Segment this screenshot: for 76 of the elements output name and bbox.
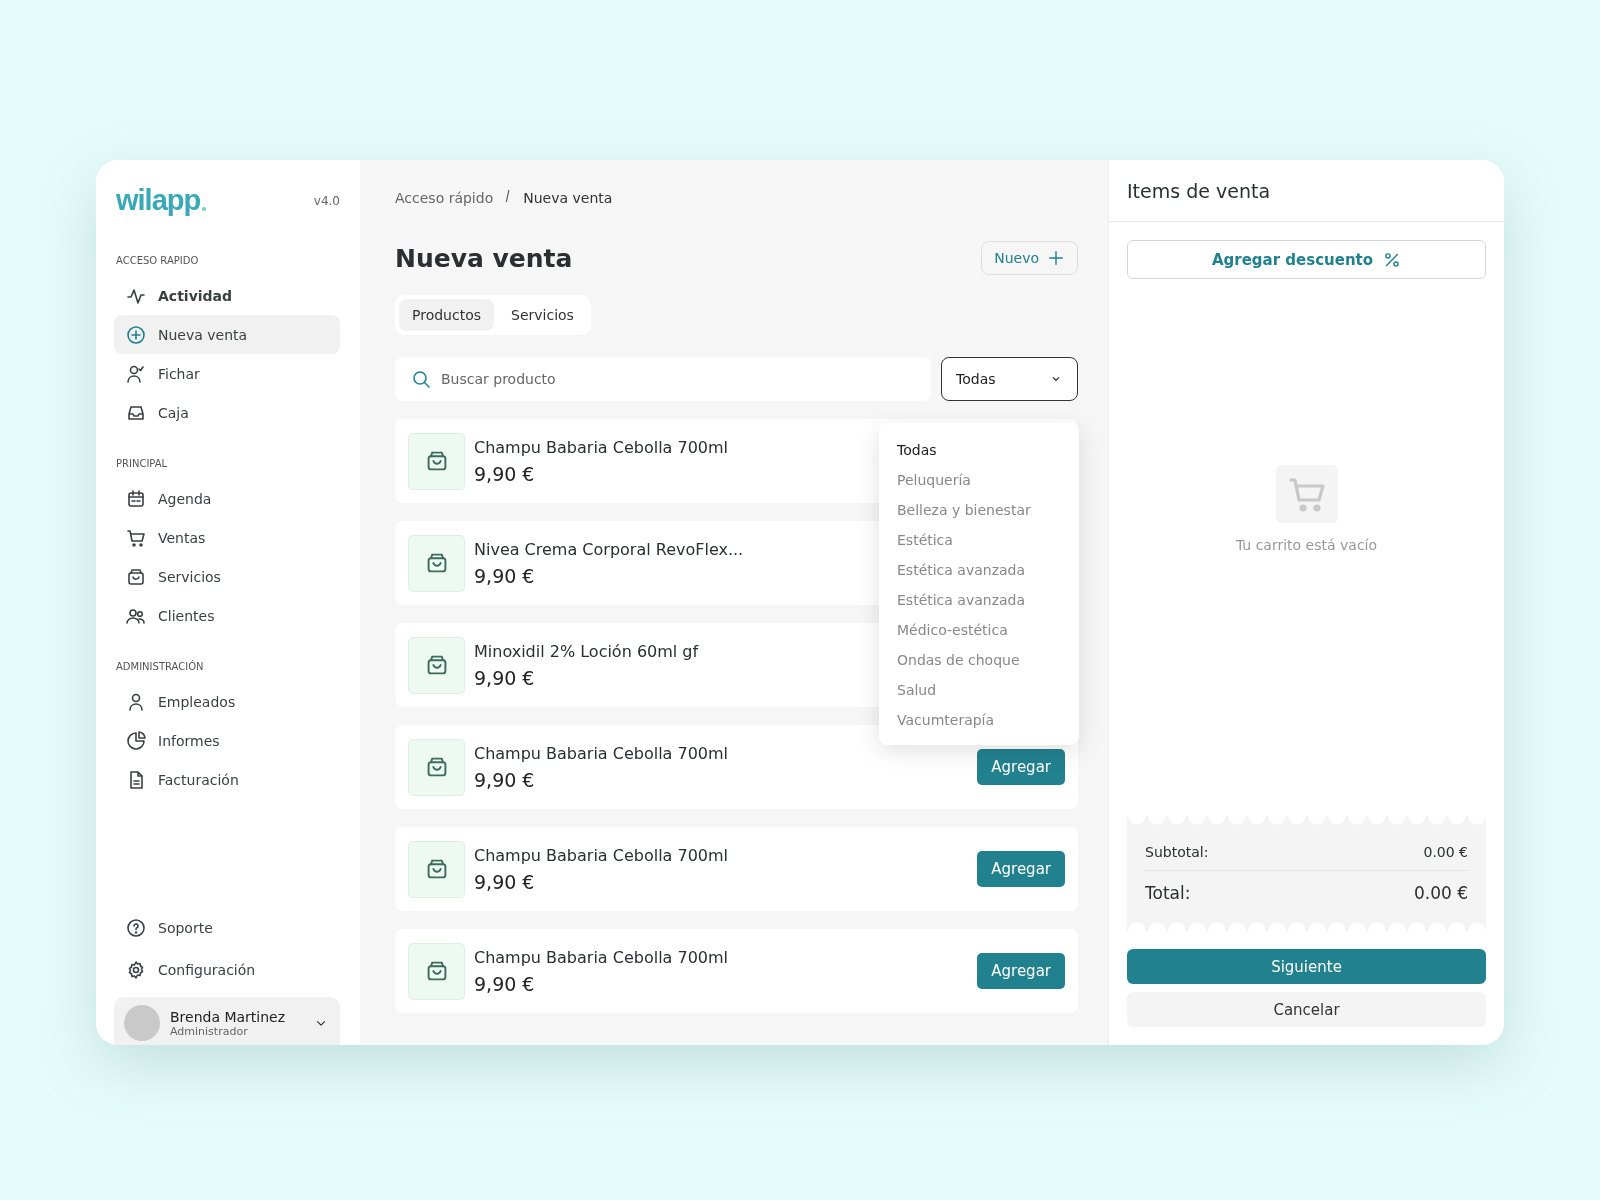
product-price: 9,90 € (474, 768, 535, 791)
product-price: 9,90 € (474, 972, 535, 995)
percent-icon (1383, 250, 1402, 269)
sidebar-item[interactable]: Actividad (114, 276, 340, 315)
product-name: Champu Babaria Cebolla 700ml (474, 947, 729, 967)
product-name: Nivea Crema Corporal RevoFlex... (474, 539, 744, 559)
product-price: 9,90 € (474, 666, 535, 689)
sidebar-item[interactable]: Empleados (114, 682, 340, 721)
sidebar-item[interactable]: Servicios (114, 557, 340, 596)
user-check-icon (126, 363, 146, 384)
add-button[interactable]: Agregar (977, 749, 1065, 785)
dropdown-option[interactable]: Estética avanzada (879, 585, 1079, 615)
cancel-button[interactable]: Cancelar (1127, 992, 1486, 1027)
tab[interactable]: Servicios (498, 299, 587, 331)
product-price: 9,90 € (474, 564, 535, 587)
subtotal-label: Subtotal: (1145, 844, 1209, 860)
pie-chart-icon (126, 730, 146, 751)
dropdown-option[interactable]: Estética (879, 525, 1079, 555)
discount-button[interactable]: Agregar descuento (1127, 240, 1486, 279)
sidebar-item[interactable]: Caja (114, 393, 340, 432)
panel-title: Items de venta (1109, 160, 1504, 222)
product-price: 9,90 € (474, 462, 535, 485)
breadcrumb-item: Nueva venta (523, 189, 613, 206)
add-button[interactable]: Agregar (977, 851, 1065, 887)
search-icon (411, 369, 431, 389)
product-name: Champu Babaria Cebolla 700ml (474, 743, 729, 763)
dropdown-option[interactable]: Salud (879, 675, 1079, 705)
sidebar-item[interactable]: Ventas (114, 518, 340, 557)
category-dropdown[interactable]: Todas (941, 357, 1078, 401)
sidebar-item[interactable]: Facturación (114, 760, 340, 799)
version-label: v4.0 (313, 193, 340, 208)
user-card[interactable]: Brenda Martinez Administrador (114, 997, 340, 1045)
user-icon (126, 691, 146, 712)
dropdown-option[interactable]: Todas (879, 435, 1079, 465)
cart-icon (126, 527, 146, 548)
dropdown-option[interactable]: Estética avanzada (879, 555, 1079, 585)
product-price: 9,90 € (474, 870, 535, 893)
search-field[interactable]: Buscar producto (395, 357, 931, 401)
subtotal-value: 0.00 € (1423, 844, 1468, 860)
bag-icon (126, 566, 146, 587)
section-heading: ADMINISTRACIÓN (115, 661, 205, 672)
section-heading: PRINCIPAL (115, 458, 169, 469)
dropdown-option[interactable]: Peluquería (879, 465, 1079, 495)
product-name: Champu Babaria Cebolla 700ml (474, 845, 729, 865)
product-name: Champu Babaria Cebolla 700ml (474, 437, 729, 457)
page-title: Nueva venta (395, 243, 573, 273)
user-name: Brenda Martinez (170, 1008, 287, 1025)
logo: wilapp (116, 184, 207, 217)
add-button[interactable]: Agregar (977, 953, 1065, 989)
sidebar-item[interactable]: Configuración (114, 949, 340, 991)
settings-icon (126, 960, 146, 980)
section-heading: ACCESO RAPIDO (115, 255, 200, 266)
sidebar-item[interactable]: Fichar (114, 354, 340, 393)
dropdown-option[interactable]: Médico-estética (879, 615, 1079, 645)
plus-circle-icon (126, 324, 146, 345)
avatar (124, 1005, 160, 1041)
sidebar-item[interactable]: Soporte (114, 907, 340, 949)
sidebar-item[interactable]: Clientes (114, 596, 340, 635)
empty-cart-message: Tu carrito está vacío (1235, 537, 1378, 553)
tab[interactable]: Productos (399, 299, 494, 331)
user-role: Administrador (170, 1024, 249, 1038)
sidebar-item[interactable]: Nueva venta (114, 315, 340, 354)
next-button[interactable]: Siguiente (1127, 949, 1486, 984)
calendar-icon (126, 488, 146, 509)
dropdown-option[interactable]: Belleza y bienestar (879, 495, 1079, 525)
breadcrumb-item[interactable]: Acceso rápido (395, 189, 494, 206)
product-name: Minoxidil 2% Loción 60ml gf (474, 641, 699, 661)
sidebar-item[interactable]: Agenda (114, 479, 340, 518)
new-button[interactable]: Nuevo (981, 241, 1078, 275)
dropdown-option[interactable]: Ondas de choque (879, 645, 1079, 675)
plus-icon (1047, 249, 1065, 267)
total-label: Total: (1145, 883, 1191, 903)
help-circle-icon (126, 918, 146, 938)
total-value: 0.00 € (1413, 883, 1468, 903)
dropdown-option[interactable]: Vacumterapía (879, 705, 1079, 735)
sidebar-item[interactable]: Informes (114, 721, 340, 760)
